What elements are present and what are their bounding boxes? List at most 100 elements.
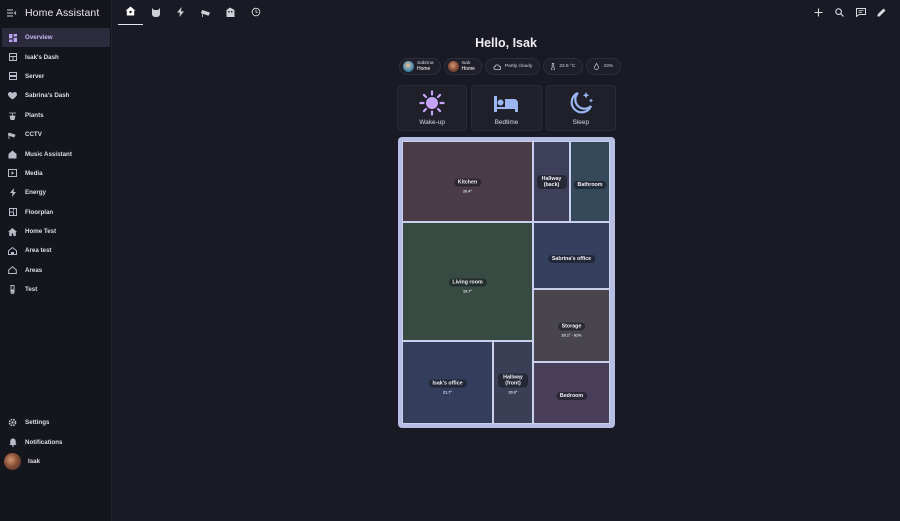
sidebar-item-isaks-dash[interactable]: Isak's Dash (0, 47, 112, 66)
sidebar-item-label: Music Assistant (25, 150, 72, 158)
server-icon (8, 72, 17, 81)
partly-cloudy-icon (493, 64, 501, 70)
room-living-room[interactable]: Living room 19.7° (402, 222, 533, 341)
room-name: Sabrina's office (547, 254, 596, 263)
room-name: Living room (448, 278, 487, 286)
tab-cctv[interactable] (193, 0, 218, 25)
scene-bedtime-button[interactable]: Bedtime (471, 85, 542, 131)
sidebar-item-notifications[interactable]: Notifications (0, 432, 112, 451)
bed-icon (494, 96, 519, 112)
sidebar-item-settings[interactable]: Settings (0, 413, 112, 432)
sidebar-item-area-test[interactable]: Area test (0, 241, 112, 260)
add-icon (814, 4, 823, 22)
person-state: Home (461, 65, 475, 72)
sidebar: Home Assistant Overview Isak's Dash Serv… (0, 0, 112, 521)
dashboard-icon (8, 33, 17, 42)
sidebar-item-home-test[interactable]: Home Test (0, 222, 112, 241)
sidebar-item-label: Area test (25, 247, 52, 255)
home-outline-icon (8, 266, 17, 275)
cat-icon (151, 4, 161, 22)
test-tube-icon (8, 285, 17, 295)
search-button[interactable] (829, 0, 850, 25)
room-sensors: 20.1° · 61% (561, 333, 582, 337)
sidebar-item-label: Areas (25, 266, 43, 274)
tab-building[interactable] (218, 0, 243, 25)
sidebar-item-server[interactable]: Server (0, 67, 112, 86)
sidebar-item-label: Settings (25, 419, 50, 427)
scene-label: Bedtime (494, 119, 519, 126)
sidebar-item-plants[interactable]: Plants (0, 106, 112, 125)
sidebar-item-energy[interactable]: Energy (0, 183, 112, 202)
sidebar-item-cctv[interactable]: CCTV (0, 125, 112, 144)
room-tag: Bathroom (573, 173, 607, 191)
room-bathroom[interactable]: Bathroom (570, 141, 610, 222)
cctv-icon (200, 4, 211, 22)
scene-buttons: Wake-up Bedtime Sleep (397, 85, 616, 131)
water-drop-icon (594, 63, 600, 70)
gear-icon (8, 418, 17, 427)
sidebar-item-floorplan[interactable]: Floorplan (0, 203, 112, 222)
sidebar-item-label: Isak's Dash (25, 53, 59, 61)
edit-button[interactable] (871, 0, 892, 25)
music-home-icon (8, 150, 17, 159)
user-name: Isak (28, 457, 41, 465)
temperature-badge[interactable]: 22.6 °C (543, 58, 584, 75)
home-icon (125, 3, 136, 21)
sidebar-item-sabrinas-dash[interactable]: Sabrina's Dash (0, 86, 112, 105)
page-title: Hello, Isak (475, 36, 537, 50)
moon-stars-icon (570, 91, 593, 114)
add-button[interactable] (808, 0, 829, 25)
scene-wake-up-button[interactable]: Wake-up (397, 85, 468, 131)
room-isaks-office[interactable]: Isak's office 21.7° (402, 341, 493, 424)
sidebar-item-label: Overview (25, 34, 53, 42)
room-kitchen[interactable]: Kitchen 20.4° (402, 141, 533, 222)
assist-button[interactable] (850, 0, 871, 25)
person-badge-isak[interactable]: Isak Home (443, 58, 482, 75)
sidebar-item-label: Test (25, 286, 38, 294)
room-name: Bedroom (555, 392, 588, 400)
sidebar-item-label: Plants (25, 111, 44, 119)
media-icon (8, 169, 17, 178)
tab-energy[interactable] (168, 0, 193, 25)
sidebar-item-areas[interactable]: Areas (0, 261, 112, 280)
room-temperature: 21.7° (443, 390, 452, 394)
room-tag: Living room 19.7° (448, 270, 487, 293)
tab-history[interactable] (243, 0, 268, 25)
sidebar-item-overview[interactable]: Overview (2, 28, 110, 48)
sidebar-user[interactable]: Isak (0, 452, 112, 471)
sidebar-item-label: Server (25, 72, 45, 80)
room-name: Hallway (front) (498, 373, 528, 387)
floorplan: Kitchen 20.4° Hallway (back) Bathroom Li… (398, 137, 615, 428)
menu-open-icon[interactable] (7, 8, 17, 18)
weather-badge[interactable]: Partly cloudy (484, 58, 541, 75)
heart-icon (8, 91, 17, 100)
area-home-icon (8, 246, 17, 255)
scene-sleep-button[interactable]: Sleep (545, 85, 616, 131)
bell-icon (8, 438, 17, 447)
tab-home[interactable] (118, 0, 143, 25)
floorplan-icon (8, 208, 17, 217)
room-tag: Bedroom (555, 384, 588, 402)
person-state: Home (417, 65, 431, 72)
room-tag: Hallway (back) (536, 173, 567, 191)
tab-pets[interactable] (143, 0, 168, 25)
room-hallway-front[interactable]: Hallway (front) 20.3° (493, 341, 533, 424)
plant-icon (8, 111, 17, 120)
room-name: Bathroom (573, 180, 607, 189)
room-hallway-back[interactable]: Hallway (back) (533, 141, 570, 222)
home-icon (8, 227, 17, 236)
lightning-icon (177, 4, 184, 22)
room-storage[interactable]: Storage 20.1° · 61% (533, 289, 610, 362)
sidebar-bottom: Settings Notifications Isak (0, 413, 112, 471)
history-icon (251, 4, 261, 22)
person-badge-sabrina[interactable]: Sabrina Home (399, 58, 441, 75)
person-name-block: Isak Home (462, 61, 475, 72)
sidebar-item-music-assistant[interactable]: Music Assistant (0, 144, 112, 163)
room-sabrinas-office[interactable]: Sabrina's office (533, 222, 610, 289)
person-name-block: Sabrina Home (417, 61, 434, 72)
room-bedroom[interactable]: Bedroom (533, 362, 610, 424)
sidebar-item-media[interactable]: Media (0, 164, 112, 183)
room-tag: Sabrina's office (547, 247, 596, 265)
sidebar-item-test[interactable]: Test (0, 280, 112, 299)
humidity-badge[interactable]: 43% (586, 58, 622, 75)
